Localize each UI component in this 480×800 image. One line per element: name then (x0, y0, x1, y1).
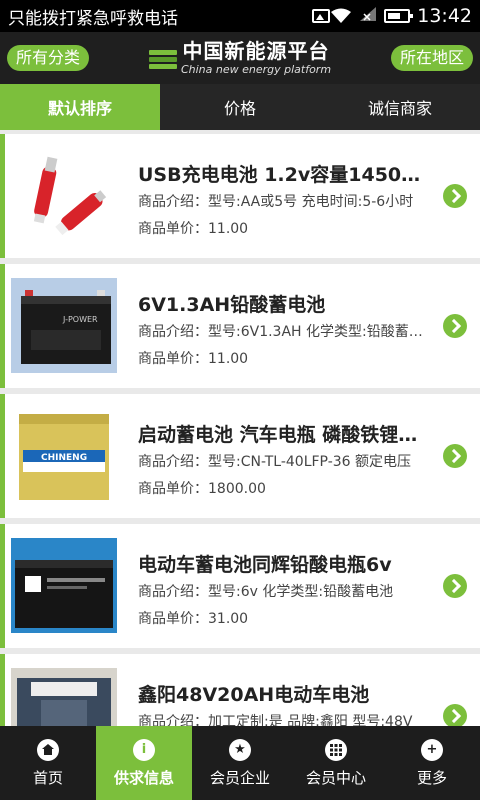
product-description: 商品介绍：型号:6V1.3AH 化学类型:铅酸蓄电池 (138, 324, 428, 340)
wifi-icon (330, 8, 352, 24)
product-description: 商品介绍：型号:CN-TL-40LFP-36 额定电压 (138, 454, 412, 470)
list-item[interactable]: CHINENG 启动蓄电池 汽车电瓶 磷酸铁锂电池 商品介绍：型号:CN-TL-… (0, 394, 480, 518)
chevron-right-icon[interactable] (443, 314, 467, 338)
image-notification-icon (312, 9, 331, 23)
bottom-nav: 首页 i 供求信息 ★ 会员企业 会员中心 + 更多 (0, 726, 480, 800)
nav-member-center[interactable]: 会员中心 (288, 726, 384, 800)
star-icon: ★ (229, 738, 251, 761)
status-notice: 只能拨打紧急呼救电话 (8, 8, 178, 29)
battery-icon (384, 9, 414, 23)
clock: 13:42 (417, 5, 472, 27)
product-title: 6V1.3AH铅酸蓄电池 (138, 294, 326, 316)
product-thumbnail-48v-battery (11, 668, 117, 726)
list-item[interactable]: J-POWER 6V1.3AH铅酸蓄电池 商品介绍：型号:6V1.3AH 化学类… (0, 264, 480, 388)
status-bar: 只能拨打紧急呼救电话 13:42 (0, 0, 480, 32)
product-description: 商品介绍：加工定制:是 品牌:鑫阳 型号:48V (138, 714, 413, 726)
list-item[interactable]: USB充电电池 1.2v容量1450mAh 商品介绍：型号:AA或5号 充电时间… (0, 134, 480, 258)
nav-home[interactable]: 首页 (0, 726, 96, 800)
info-icon: i (133, 738, 155, 761)
product-title: 启动蓄电池 汽车电瓶 磷酸铁锂电池 (138, 424, 428, 446)
product-thumbnail-lifepo4-battery: CHINENG (11, 408, 117, 503)
region-button[interactable]: 所在地区 (390, 45, 473, 71)
nav-label: 会员中心 (305, 768, 366, 787)
nav-member-companies[interactable]: ★ 会员企业 (192, 726, 288, 800)
product-title: 鑫阳48V20AH电动车电池 (138, 684, 370, 706)
list-item[interactable]: 电动车蓄电池同辉铅酸电瓶6v 商品介绍：型号:6v 化学类型:铅酸蓄电池 商品单… (0, 524, 480, 648)
list-item[interactable]: 鑫阳48V20AH电动车电池 商品介绍：加工定制:是 品牌:鑫阳 型号:48V (0, 654, 480, 726)
logo-mark-icon (148, 47, 177, 69)
product-list: USB充电电池 1.2v容量1450mAh 商品介绍：型号:AA或5号 充电时间… (0, 130, 480, 726)
product-price: 商品单价：11.00 (138, 221, 249, 237)
tab-price[interactable]: 价格 (160, 84, 320, 130)
all-categories-button[interactable]: 所有分类 (7, 45, 90, 71)
chevron-right-icon[interactable] (443, 184, 467, 208)
chevron-right-icon[interactable] (443, 444, 467, 468)
home-icon (37, 738, 59, 761)
nav-label: 更多 (416, 768, 447, 787)
product-title: 电动车蓄电池同辉铅酸电瓶6v (138, 554, 392, 576)
product-price: 商品单价：1800.00 (138, 481, 266, 497)
logo: 中国新能源平台 China new energy platform (148, 39, 332, 76)
sort-tabs: 默认排序 价格 诚信商家 (0, 84, 480, 130)
product-description: 商品介绍：型号:AA或5号 充电时间:5-6小时 (138, 194, 414, 210)
status-right: 13:42 (330, 5, 472, 27)
chevron-right-icon[interactable] (443, 574, 467, 598)
nav-label: 会员企业 (209, 768, 270, 787)
nav-label: 首页 (32, 768, 63, 787)
product-price: 商品单价：11.00 (138, 351, 249, 367)
product-price: 商品单价：31.00 (138, 611, 249, 627)
product-title: USB充电电池 1.2v容量1450mAh (138, 164, 428, 186)
nav-more[interactable]: + 更多 (384, 726, 480, 800)
nav-supply-demand[interactable]: i 供求信息 (96, 726, 192, 800)
product-description: 商品介绍：型号:6v 化学类型:铅酸蓄电池 (138, 584, 394, 600)
battery-brand-label: CHINENG (41, 453, 87, 463)
product-thumbnail-ebike-battery (11, 538, 117, 633)
signal-icon (359, 6, 377, 27)
battery-brand-label: J-POWER (62, 315, 98, 324)
plus-icon: + (421, 738, 443, 761)
tab-trusted-merchants[interactable]: 诚信商家 (320, 84, 480, 130)
app-header: 所有分类 中国新能源平台 China new energy platform 所… (0, 32, 480, 84)
logo-title: 中国新能源平台 (182, 39, 330, 63)
chevron-right-icon[interactable] (443, 704, 467, 726)
tab-default-sort[interactable]: 默认排序 (0, 84, 160, 130)
product-thumbnail-lead-acid-battery: J-POWER (11, 278, 117, 373)
product-thumbnail-usb-battery (11, 148, 117, 243)
logo-subtitle: China new energy platform (180, 63, 332, 76)
grid-icon (325, 738, 347, 761)
nav-label: 供求信息 (113, 768, 174, 787)
